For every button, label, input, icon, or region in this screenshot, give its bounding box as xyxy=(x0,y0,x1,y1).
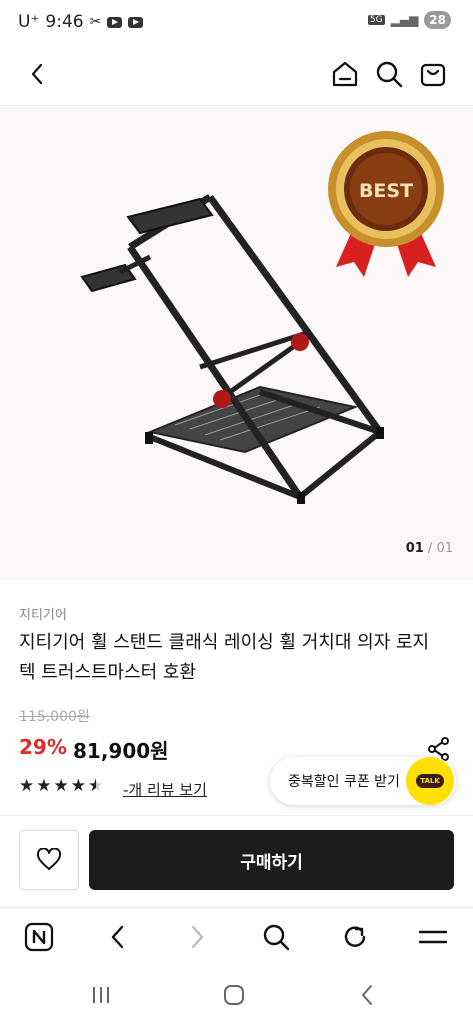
recent-apps-icon[interactable] xyxy=(86,983,116,1007)
refresh-icon[interactable] xyxy=(338,920,372,954)
star-icon: ★ xyxy=(19,776,35,796)
half-star-icon: ★ xyxy=(88,776,104,796)
talk-label: TALK xyxy=(416,774,444,788)
youtube-icon-2 xyxy=(128,16,144,28)
heart-icon xyxy=(36,848,62,870)
signal-icon: ▂▄▆ xyxy=(390,13,419,27)
product-title: 지티기어 휠 스탠드 클래식 레이싱 휠 거치대 의자 로지텍 트러스트마스터 … xyxy=(19,632,430,683)
best-badge: BEST xyxy=(328,131,444,277)
purchase-bar: 구매하기 xyxy=(0,815,473,907)
coupon-label: 중복할인 쿠폰 받기 xyxy=(288,774,400,790)
browser-search-icon[interactable] xyxy=(259,920,293,954)
search-icon[interactable] xyxy=(371,56,407,92)
battery-badge: 28 xyxy=(424,11,451,29)
coupon-button[interactable]: 중복할인 쿠폰 받기 TALK xyxy=(270,757,456,805)
kakao-talk-icon[interactable]: TALK xyxy=(406,757,454,805)
image-counter-sep: / xyxy=(423,541,437,556)
home-button-icon[interactable] xyxy=(219,983,249,1007)
cart-icon[interactable] xyxy=(415,56,451,92)
brand-name[interactable]: 지티기어 xyxy=(19,604,67,623)
back-icon[interactable] xyxy=(19,56,55,92)
carrier-label: U⁺ xyxy=(18,12,40,32)
wishlist-button[interactable] xyxy=(19,830,79,890)
review-link[interactable]: -개 리뷰 보기 xyxy=(123,779,207,800)
network-label: 5G xyxy=(367,15,385,25)
status-bar: U⁺ 9:46 ✂ 5G ▂▄▆ 28 xyxy=(0,0,473,44)
buy-button[interactable]: 구매하기 xyxy=(89,830,454,890)
naver-home-icon[interactable] xyxy=(22,920,56,954)
home-icon[interactable] xyxy=(327,56,363,92)
discount-rate: 29% xyxy=(19,735,67,759)
star-icon: ★ xyxy=(70,776,86,796)
browser-forward-icon[interactable] xyxy=(180,920,214,954)
sale-price: 81,900원 xyxy=(73,739,169,763)
app-header xyxy=(0,44,473,106)
image-counter-current: 01 xyxy=(405,541,424,556)
system-back-icon[interactable] xyxy=(352,983,382,1007)
product-image[interactable]: BEST 01 / 01 xyxy=(0,107,473,580)
time-label: 9:46 xyxy=(45,12,84,32)
browser-back-icon[interactable] xyxy=(101,920,135,954)
menu-icon[interactable] xyxy=(416,920,450,954)
original-price: 115,000원 xyxy=(19,709,90,725)
tools-icon: ✂ xyxy=(89,14,102,30)
system-navigation xyxy=(0,965,473,1024)
star-icon: ★ xyxy=(36,776,52,796)
star-icon: ★ xyxy=(53,776,69,796)
browser-toolbar xyxy=(0,907,473,965)
rating-stars: ★ ★ ★ ★ ★ xyxy=(19,776,103,796)
youtube-icon xyxy=(107,16,123,28)
best-badge-text: BEST xyxy=(359,180,413,202)
image-counter-total: 01 xyxy=(436,541,453,556)
image-counter: 01 / 01 xyxy=(406,541,453,556)
